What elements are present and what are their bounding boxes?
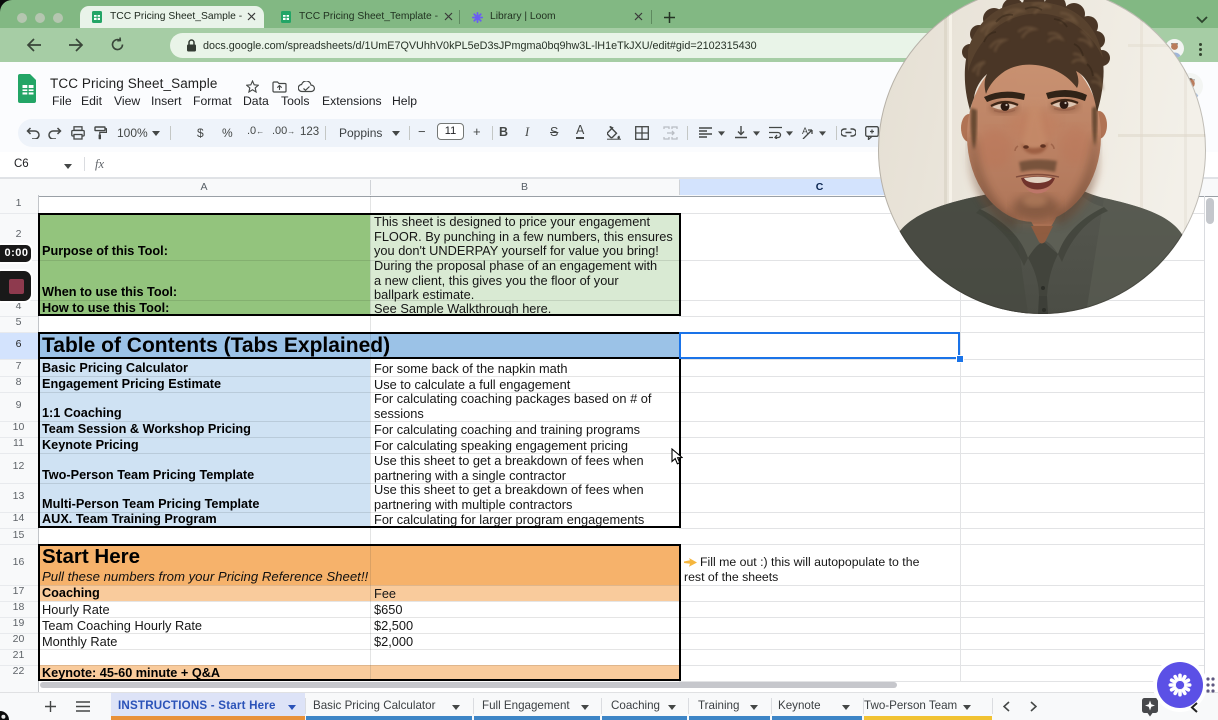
svg-text:A: A <box>802 126 808 136</box>
